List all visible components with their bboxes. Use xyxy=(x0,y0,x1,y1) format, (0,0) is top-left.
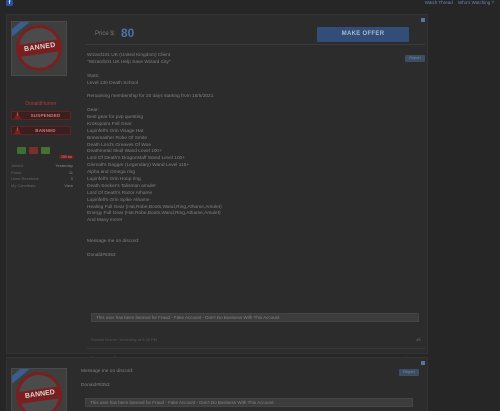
post-body-line: Gear: xyxy=(87,108,99,114)
post-body-line xyxy=(87,67,387,74)
badge-green-icon[interactable] xyxy=(41,147,50,154)
post-body-line: Energy Full Gear (Hat,Robe,Boots,Wand,Ri… xyxy=(87,211,221,217)
report-button[interactable]: Report xyxy=(399,369,419,376)
post-author-date[interactable]: Donald Hurner, Yesterday at 5:35 PM xyxy=(91,337,157,342)
price-label: Price $: xyxy=(95,31,116,37)
thread-links: Watch Thread Who's Watching ? xyxy=(421,0,494,5)
post-body-line xyxy=(87,101,387,108)
post-body-line xyxy=(87,232,387,239)
username[interactable]: DonaldHurner xyxy=(9,101,73,107)
suspended-label: SUSPENDED xyxy=(30,113,61,118)
post-number[interactable]: #1 xyxy=(417,337,421,342)
post-body-line: Lupinfell's Grin Spike Athame xyxy=(87,197,150,203)
post-body-line: Donald#5353 xyxy=(87,252,116,258)
badge-red-icon[interactable] xyxy=(29,147,38,154)
post-2: BANNED Message me on discord: Donald#535… xyxy=(6,357,428,411)
price-value: 80 xyxy=(121,26,135,40)
post-body-line: Lupinfell's Grin Visage Hat xyxy=(87,128,144,134)
avatar[interactable]: BANNED xyxy=(11,21,67,76)
banned-banner: ! BANNED xyxy=(11,126,71,135)
user-stats: Joined: Yesterday Posts: 11 Likes Received… xyxy=(11,163,73,189)
stat-row: My Cannibals: View xyxy=(11,183,73,190)
post-marker-icon xyxy=(421,361,425,365)
post-text: Donald#5353 xyxy=(81,383,110,388)
avatar[interactable]: BANNED xyxy=(11,368,67,411)
report-button[interactable]: Report xyxy=(405,55,425,62)
warning-icon: ! xyxy=(14,112,21,119)
post-body-line: Lupinfell's Grin Hoop ring xyxy=(87,177,141,183)
post-body-line: Alpha and Omega ring xyxy=(87,170,135,176)
post-body-line: Level 130 Death School xyxy=(87,80,138,86)
post-body-line: Wizard101 UK (United Kingdom) Client xyxy=(87,53,171,58)
post-marker-icon xyxy=(421,18,425,22)
post-body-line: Best gear for pvp questing xyxy=(87,115,143,121)
post-meta: Donald Hurner, Yesterday at 5:35 PM #1 xyxy=(91,337,421,342)
top-bar: f Watch Thread Who's Watching ? xyxy=(0,0,500,7)
post-body-line: And Many more! xyxy=(87,218,123,224)
stat-value[interactable]: View xyxy=(64,183,73,190)
divider xyxy=(87,348,425,349)
post-1: BANNED DonaldHurner ! SUSPENDED ! BANNED… xyxy=(6,14,428,360)
badge-green-icon[interactable] xyxy=(17,147,26,154)
make-offer-button[interactable]: MAKE OFFER xyxy=(317,27,409,42)
post-body-line xyxy=(87,225,387,232)
post-body: Wizard101 UK (United Kingdom) Client "Wiz… xyxy=(87,53,387,260)
stat-key: My Cannibals: xyxy=(11,182,37,188)
post-body-line: "Wizard101 UK Help Save Wizard City" xyxy=(87,59,171,65)
banned-label: BANNED xyxy=(35,128,56,133)
warning-icon: ! xyxy=(14,127,21,134)
post-body-line: Death Seeker's Talisman amulet xyxy=(87,183,156,189)
post-body-line: Krokopatra Full Gear xyxy=(87,121,132,127)
post-body-line: Message me on discord: xyxy=(87,239,140,245)
post-text: Message me on discord: xyxy=(81,369,134,374)
post-body-line: Stats: xyxy=(87,73,100,79)
suspended-banner: ! SUSPENDED xyxy=(11,111,71,120)
trade-count-badge: 289 tra xyxy=(59,155,74,159)
watch-thread-link[interactable]: Watch Thread xyxy=(425,0,453,5)
post-body-line: Remaining membership for 20 days startin… xyxy=(87,94,214,100)
ban-notice: This user has been banned for Fraud - Fa… xyxy=(91,313,419,322)
whos-watching-link[interactable]: Who's Watching ? xyxy=(458,0,494,5)
facebook-icon[interactable]: f xyxy=(6,0,13,6)
post-body-line xyxy=(87,246,387,253)
user-badges xyxy=(17,147,50,154)
ban-notice: This user has been banned for Fraud - Fa… xyxy=(85,398,413,407)
post-body-line: Lord Of Death's Razor Athame xyxy=(87,190,153,196)
price-bar: Price $: 80 MAKE OFFER xyxy=(85,25,425,45)
post-body-line: Bonemasher Robe Of Smite xyxy=(87,135,147,141)
